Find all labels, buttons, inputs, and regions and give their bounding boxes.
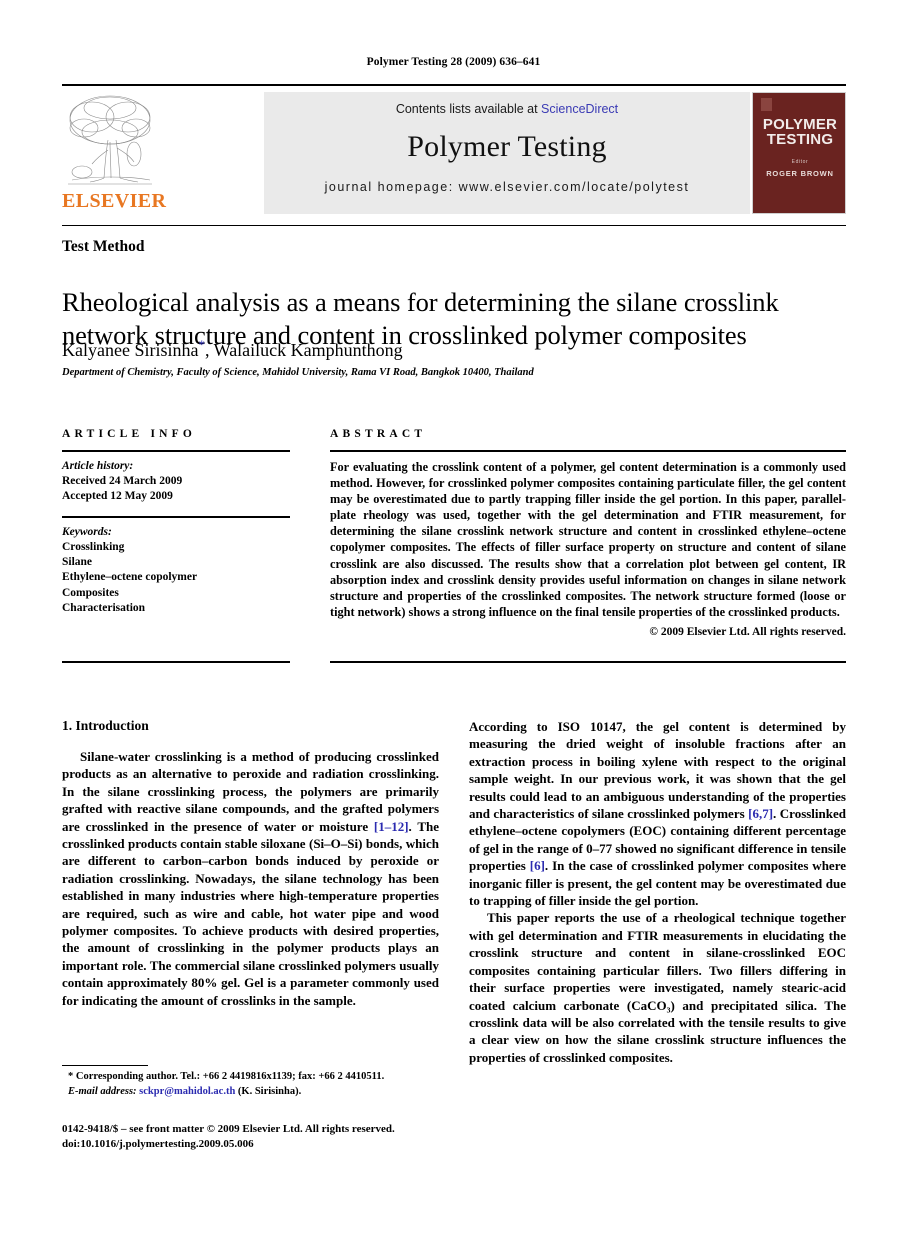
sciencedirect-link[interactable]: ScienceDirect: [541, 102, 618, 116]
email-link[interactable]: sckpr@mahidol.ac.th: [139, 1086, 235, 1097]
footnote-rule: [62, 1065, 148, 1066]
abstract-copyright: © 2009 Elsevier Ltd. All rights reserved…: [649, 625, 846, 638]
article-section-type: Test Method: [62, 238, 145, 255]
intro-left-text-b: . The crosslinked products contain stabl…: [62, 818, 440, 1008]
author-first: Kalyanee Sirisinha: [62, 340, 199, 360]
footnote-contact-text: Corresponding author. Tel.: +66 2 441981…: [75, 1071, 385, 1082]
citation-ref[interactable]: [1–12]: [374, 819, 409, 834]
intro-paragraph-right-2: This paper reports the use of a rheologi…: [469, 910, 846, 1065]
cover-title-line2: TESTING: [766, 131, 834, 148]
masthead-bottom-rule: [62, 225, 846, 226]
elsevier-wordmark: ELSEVIER: [62, 190, 167, 212]
article-history-label: Article history:: [62, 460, 134, 472]
body-column-left: 1. Introduction Silane-water crosslinkin…: [62, 718, 439, 1009]
article-info-block: ARTICLE INFO Article history: Received 2…: [62, 428, 290, 616]
keywords-rule: [62, 516, 290, 518]
abstract-text: For evaluating the crosslink content of …: [330, 460, 846, 619]
paper-page: Polymer Testing 28 (2009) 636–641 ELSEVI…: [0, 0, 907, 1238]
intro-paragraph-left: Silane-water crosslinking is a method of…: [62, 748, 439, 1009]
cover-editor-name: ROGER BROWN: [766, 169, 834, 178]
elsevier-tree-icon: [64, 92, 156, 190]
email-label: E-mail address:: [68, 1085, 137, 1097]
keyword-item: Crosslinking: [62, 540, 125, 553]
cover-emblem-icon: [761, 98, 772, 111]
abstract-heading: ABSTRACT: [330, 428, 427, 440]
email-owner: (K. Sirisinha).: [237, 1085, 302, 1097]
keyword-item: Composites: [62, 586, 119, 599]
top-rule: [62, 84, 846, 86]
info-bottom-rule: [62, 661, 290, 663]
author-rest: , Walailuck Kamphunthong: [204, 340, 403, 360]
introduction-heading: 1. Introduction: [62, 718, 149, 733]
citation-ref[interactable]: [6,7]: [748, 806, 773, 821]
footnote-marker: *: [68, 1071, 74, 1082]
abstract-rule: [330, 450, 846, 452]
intro-paragraph-right-1: According to ISO 10147, the gel content …: [469, 718, 846, 909]
citation-ref[interactable]: [6]: [530, 858, 545, 873]
journal-masthead: ELSEVIER Contents lists available at Sci…: [62, 92, 846, 214]
keyword-item: Silane: [62, 556, 93, 569]
body-column-right: According to ISO 10147, the gel content …: [469, 718, 846, 1066]
contents-available-line: Contents lists available at ScienceDirec…: [264, 102, 750, 116]
affiliation: Department of Chemistry, Faculty of Scie…: [62, 367, 534, 378]
journal-title: Polymer Testing: [407, 130, 607, 163]
email-footnote: E-mail address: sckpr@mahidol.ac.th (K. …: [62, 1085, 442, 1100]
article-accepted-date: Accepted 12 May 2009: [62, 490, 173, 503]
imprint-block: 0142-9418/$ – see front matter © 2009 El…: [62, 1122, 462, 1151]
journal-homepage-link[interactable]: journal homepage: www.elsevier.com/locat…: [264, 180, 750, 194]
issn-front-matter: 0142-9418/$ – see front matter © 2009 El…: [62, 1123, 395, 1135]
author-list: Kalyanee Sirisinha*, Walailuck Kamphunth…: [62, 337, 852, 361]
cover-editor-label: Editor: [791, 159, 809, 165]
sciencedirect-banner: Contents lists available at ScienceDirec…: [264, 92, 750, 214]
abstract-bottom-rule: [330, 661, 846, 663]
cover-title: POLYMER TESTING: [753, 117, 845, 148]
journal-cover-thumbnail: POLYMER TESTING Editor ROGER BROWN: [752, 92, 846, 214]
doi-line: doi:10.1016/j.polymertesting.2009.05.006: [62, 1137, 254, 1150]
keyword-item: Characterisation: [62, 601, 146, 614]
running-head: Polymer Testing 28 (2009) 636–641: [366, 56, 541, 68]
article-info-rule: [62, 450, 290, 452]
keywords-label: Keywords:: [62, 525, 112, 538]
article-info-heading: ARTICLE INFO: [62, 428, 197, 440]
footnote-block: * Corresponding author. Tel.: +66 2 4419…: [62, 1070, 442, 1099]
tree-drawing-svg: [68, 95, 152, 185]
keyword-item: Ethylene–octene copolymer: [62, 571, 198, 584]
elsevier-logo: ELSEVIER: [62, 92, 167, 214]
abstract-block: ABSTRACT For evaluating the crosslink co…: [330, 428, 846, 638]
corresponding-author-footnote: * Corresponding author. Tel.: +66 2 4419…: [62, 1070, 442, 1085]
article-received-date: Received 24 March 2009: [62, 475, 183, 487]
contents-prefix: Contents lists available at: [395, 102, 542, 116]
